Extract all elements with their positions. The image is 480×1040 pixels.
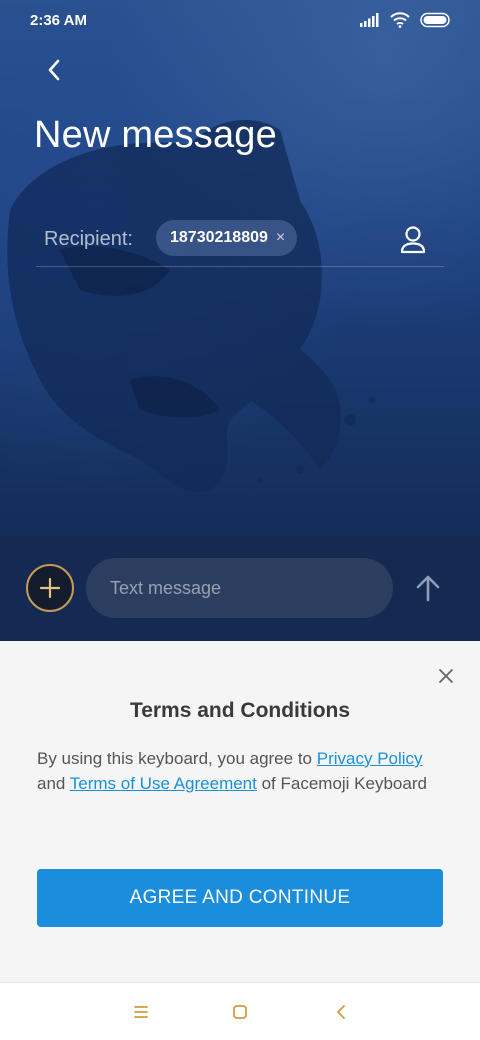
terms-body-middle: and [37, 773, 70, 793]
plus-icon [39, 577, 61, 599]
message-input[interactable] [86, 558, 393, 618]
privacy-policy-link[interactable]: Privacy Policy [317, 749, 423, 768]
recent-apps-button[interactable] [129, 1000, 153, 1024]
status-bar: 2:36 AM [0, 0, 480, 44]
status-time: 2:36 AM [30, 12, 87, 29]
screen: 2:36 AM New message Recipient: 187302188… [0, 0, 480, 1040]
send-arrow-icon [416, 575, 440, 602]
menu-icon [134, 1006, 148, 1018]
send-button[interactable] [412, 572, 444, 604]
helmet-silhouette-art [7, 120, 375, 493]
navigation-bar [0, 982, 480, 1040]
terms-body-suffix: of Facemoji Keyboard [256, 773, 427, 793]
agree-and-continue-button[interactable]: AGREE AND CONTINUE [37, 869, 443, 927]
contact-picker-button[interactable] [398, 224, 428, 256]
terms-of-use-link[interactable]: Terms of Use Agreement [70, 774, 257, 793]
signal-icon [360, 13, 379, 27]
home-button[interactable] [228, 1000, 252, 1024]
recipient-chip[interactable]: 18730218809 × [156, 220, 298, 256]
recipient-label: Recipient: [44, 228, 133, 250]
nav-back-button[interactable] [329, 1000, 353, 1024]
wallpaper-background [0, 0, 480, 535]
back-button[interactable] [36, 52, 72, 88]
terms-body-prefix: By using this keyboard, you agree to [37, 749, 317, 768]
page-title: New message [34, 114, 277, 156]
terms-title: Terms and Conditions [129, 699, 351, 722]
terms-sheet: Terms and Conditions By using this keybo… [0, 641, 480, 982]
chip-remove-icon[interactable]: × [276, 229, 285, 247]
attach-button[interactable] [26, 564, 74, 612]
back-arrow-icon [48, 59, 60, 81]
recipient-field[interactable]: Recipient: 18730218809 × [36, 218, 444, 267]
close-icon [439, 669, 453, 683]
terms-body: By using this keyboard, you agree to Pri… [37, 747, 437, 796]
status-icons [360, 12, 452, 28]
home-icon [233, 1005, 247, 1019]
back-icon [337, 1005, 345, 1019]
recipient-chip-number: 18730218809 [170, 229, 268, 246]
contact-icon [400, 226, 426, 254]
sheet-close-button[interactable] [434, 664, 458, 688]
compose-bar [0, 535, 480, 641]
battery-icon [420, 12, 450, 28]
wifi-icon [390, 12, 410, 28]
